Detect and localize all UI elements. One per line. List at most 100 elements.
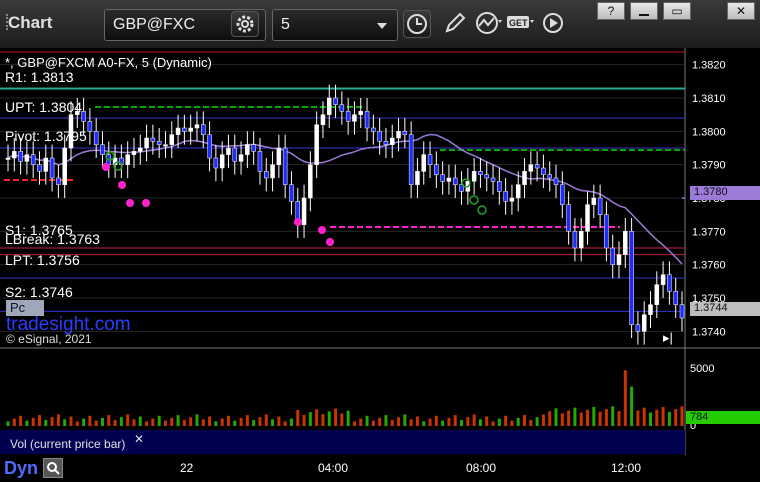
- volume-bar: [346, 410, 350, 426]
- candle-body: [276, 147, 282, 165]
- candle-body: [566, 204, 571, 232]
- candle-body: [188, 127, 193, 132]
- volume-bar: [422, 421, 426, 426]
- candle-body: [415, 171, 420, 185]
- candle-body: [125, 154, 130, 165]
- volume-bar: [598, 411, 602, 426]
- volume-bar: [592, 406, 596, 426]
- candle-body: [201, 124, 206, 135]
- volume-bar: [283, 421, 287, 426]
- volume-bar: [195, 414, 199, 426]
- volume-bar: [252, 419, 256, 426]
- volume-bar: [661, 406, 665, 426]
- candle-body: [169, 134, 175, 145]
- volume-bar: [334, 408, 338, 426]
- volume-bar: [371, 420, 375, 426]
- volume-bar: [472, 414, 476, 426]
- volume-bar: [586, 409, 590, 426]
- volume-bar: [642, 407, 646, 426]
- candle-body: [62, 147, 67, 185]
- chart-window: Chart GBP@FXC 5 GET ? ▭ ✕ 1.3820 1.3810 …: [0, 0, 760, 481]
- volume-bar: [409, 419, 413, 426]
- time-label-2: 08:00: [466, 461, 497, 475]
- volume-bar: [397, 417, 401, 426]
- vol-axis-max: 5000: [690, 363, 715, 375]
- magnify-icon[interactable]: [43, 458, 63, 478]
- marker-dot: [118, 181, 126, 189]
- volume-bar: [220, 418, 224, 426]
- candle-body: [364, 111, 370, 129]
- candle-body: [648, 304, 653, 315]
- candle-body: [389, 137, 395, 145]
- volume-bar: [226, 415, 230, 426]
- volume-bar: [245, 415, 249, 426]
- volume-bar: [163, 420, 167, 426]
- candle-body: [610, 247, 615, 265]
- volume-bar: [239, 417, 243, 426]
- candle-body: [12, 151, 17, 159]
- volume-bar: [680, 406, 684, 426]
- candle-body: [509, 197, 515, 202]
- volume-bar: [478, 419, 482, 426]
- volume-bar: [302, 414, 306, 426]
- candle-body: [100, 144, 105, 155]
- price-chart[interactable]: 1.3820 1.3810 1.3800 1.3790 1.3780 1.3770 1.37…: [0, 0, 760, 481]
- volume-bar: [113, 419, 117, 426]
- volume-bar: [579, 412, 583, 426]
- time-label-3: 12:00: [611, 461, 642, 475]
- candle-body: [138, 147, 143, 152]
- volume-bar: [296, 409, 300, 426]
- candle-body: [478, 171, 483, 175]
- volume-bar: [170, 417, 174, 426]
- candle-body: [578, 231, 584, 249]
- volume-bar: [611, 406, 615, 426]
- volume-bar: [321, 414, 325, 426]
- volume-bar: [271, 419, 275, 426]
- candle-body: [673, 291, 678, 305]
- candle-body: [402, 131, 408, 135]
- candle-body: [49, 157, 55, 179]
- label-lbreak: LBreak: 1.3763: [5, 231, 100, 247]
- volume-bar: [453, 415, 457, 426]
- volume-bar: [63, 419, 67, 426]
- candle-body: [144, 137, 149, 149]
- candle-body: [547, 174, 552, 179]
- volume-bar: [548, 411, 552, 426]
- volume-bar: [434, 415, 438, 426]
- volume-bar: [208, 416, 212, 426]
- close-volume-icon[interactable]: ✕: [134, 432, 144, 446]
- candle-body: [572, 231, 578, 249]
- volume-bars: [6, 370, 684, 426]
- volume-bar: [573, 407, 577, 426]
- marker-dot: [142, 199, 150, 207]
- candle-body: [541, 167, 546, 175]
- dyn-mode[interactable]: Dyn: [4, 458, 38, 479]
- candle-body: [150, 137, 156, 142]
- label-s2: S2: 1.3746: [5, 284, 73, 300]
- volume-bar: [365, 415, 369, 426]
- volume-bar: [31, 417, 35, 426]
- volume-bar: [327, 411, 331, 426]
- volume-bar: [523, 415, 527, 426]
- volume-bar: [415, 416, 419, 426]
- candle-body: [490, 177, 496, 182]
- candle-body: [345, 111, 351, 122]
- volume-bar: [94, 420, 98, 426]
- candle-body: [81, 111, 86, 122]
- candle-body: [320, 114, 326, 125]
- candle-body: [37, 164, 42, 172]
- scroll-end-icon[interactable]: ▸|: [663, 330, 673, 346]
- candle-body: [156, 141, 162, 145]
- candle-body: [301, 197, 307, 225]
- volume-bar: [623, 370, 627, 426]
- volume-bar: [289, 418, 293, 426]
- volume-bar: [510, 420, 514, 426]
- candle-body: [604, 214, 609, 249]
- volume-bar: [554, 408, 558, 426]
- volume-bar: [485, 416, 489, 426]
- candle-body: [194, 124, 200, 129]
- label-upt: UPT: 1.3804: [5, 99, 83, 115]
- volume-bar: [138, 416, 142, 426]
- candle-body: [383, 141, 389, 145]
- volume-bar: [214, 421, 218, 426]
